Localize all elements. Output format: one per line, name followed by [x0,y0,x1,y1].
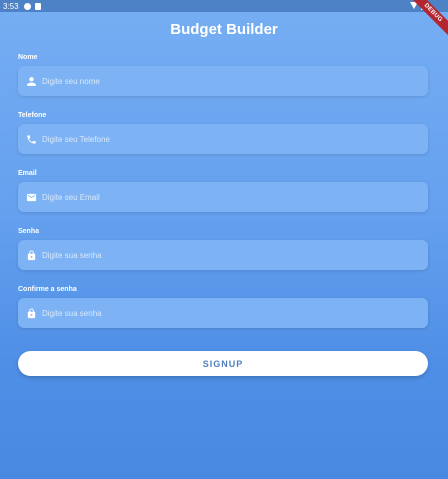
person-icon [24,74,38,88]
confirm-password-label: Confirme a senha [18,286,77,293]
lock-icon [24,248,38,262]
notification-icon [23,2,31,10]
email-field[interactable] [18,182,428,212]
phone-field[interactable] [18,124,428,154]
password-input[interactable] [42,250,402,260]
confirm-password-input[interactable] [42,308,402,318]
phone-icon [24,132,38,146]
status-bar: 3:53 [0,0,448,12]
password-field[interactable] [18,240,428,270]
signup-button[interactable]: SIGNUP [18,351,428,376]
name-field[interactable] [18,66,428,96]
status-time: 3:53 [3,1,19,11]
email-input[interactable] [42,192,402,202]
phone-label: Telefone [18,112,47,119]
email-label: Email [18,170,37,177]
password-label: Senha [18,228,40,235]
name-input[interactable] [42,76,402,86]
phone-input[interactable] [42,134,402,144]
name-label: Nome [18,54,38,61]
sd-card-icon [34,2,41,10]
email-icon [24,190,38,204]
confirm-password-field[interactable] [18,298,428,328]
page-title: Budget Builder [170,21,278,38]
lock-icon [24,306,38,320]
